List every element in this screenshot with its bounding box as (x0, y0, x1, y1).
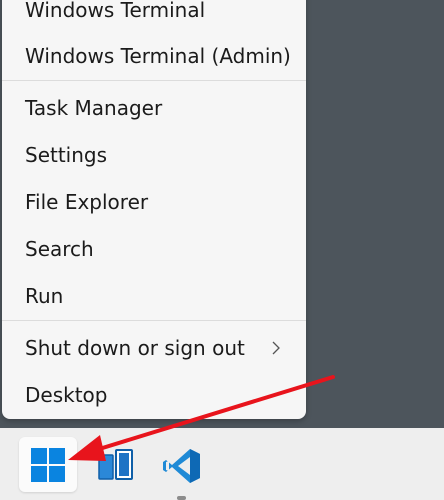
menu-item-file-explorer[interactable]: File Explorer (2, 182, 306, 222)
taskbar (0, 428, 444, 500)
menu-item-label: Search (25, 237, 94, 261)
menu-separator (2, 80, 306, 81)
start-context-menu: Windows Terminal Windows Terminal (Admin… (2, 0, 306, 419)
vscode-icon (162, 446, 202, 490)
vscode-taskbar-button[interactable] (158, 437, 206, 500)
menu-item-run[interactable]: Run (2, 276, 306, 316)
windows-logo-icon (31, 448, 65, 486)
menu-item-label: File Explorer (25, 190, 149, 214)
menu-item-label: Windows Terminal (25, 0, 206, 22)
menu-item-label: Shut down or sign out (25, 336, 245, 360)
menu-item-label: Run (25, 284, 64, 308)
running-indicator (177, 496, 186, 500)
chevron-right-icon (270, 328, 282, 368)
menu-separator (2, 320, 306, 321)
menu-item-search[interactable]: Search (2, 229, 306, 269)
menu-item-label: Desktop (25, 383, 108, 407)
menu-item-windows-terminal[interactable]: Windows Terminal (2, 0, 306, 30)
task-view-icon (98, 448, 134, 486)
menu-item-windows-terminal-admin[interactable]: Windows Terminal (Admin) (2, 36, 306, 76)
start-button[interactable] (19, 437, 77, 492)
menu-item-shut-down-or-sign-out[interactable]: Shut down or sign out (2, 328, 306, 368)
menu-item-desktop[interactable]: Desktop (2, 375, 306, 415)
menu-item-label: Settings (25, 143, 108, 167)
menu-item-label: Task Manager (25, 96, 163, 120)
task-view-button[interactable] (92, 437, 140, 492)
menu-item-settings[interactable]: Settings (2, 135, 306, 175)
menu-item-task-manager[interactable]: Task Manager (2, 88, 306, 128)
menu-item-label: Windows Terminal (Admin) (25, 44, 291, 68)
